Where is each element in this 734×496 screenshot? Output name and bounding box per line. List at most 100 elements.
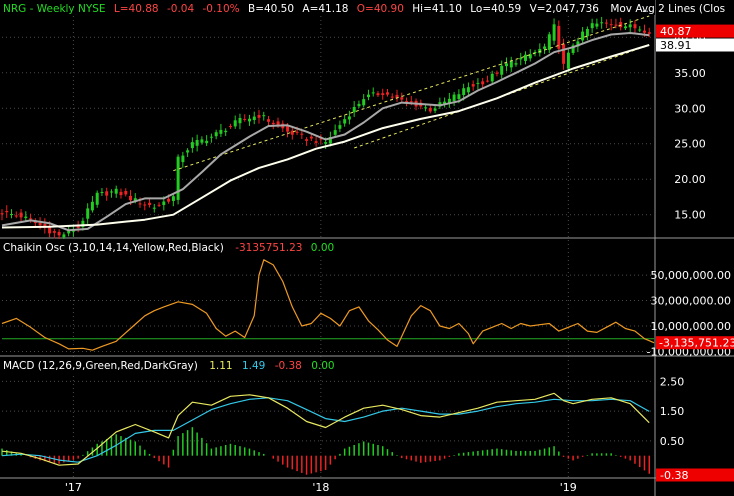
candle-body [86, 208, 90, 219]
candle-body [547, 34, 551, 50]
macd-zero: 0.00 [311, 360, 334, 372]
candle-body [257, 115, 261, 118]
candle-body [381, 93, 385, 95]
chaikin-value: -3135751.23 [235, 242, 302, 254]
candle-body [338, 125, 342, 129]
candle-body [628, 24, 632, 28]
price-tick-label: 15.00 [674, 209, 706, 222]
candle-body [19, 212, 23, 218]
candle-body [157, 204, 161, 206]
candle-body [562, 44, 566, 64]
macd-header: MACD (12,26,9,Green,Red,DarkGray) 1.11 1… [0, 357, 335, 373]
candle-body [614, 24, 618, 26]
candle-body [24, 216, 28, 218]
candle-body [462, 88, 466, 95]
candle-body [129, 195, 132, 201]
candle-body [324, 142, 328, 144]
candle-body [243, 118, 247, 120]
candle-body [214, 132, 218, 137]
candle-body [305, 139, 309, 141]
price-tick-label: 35.00 [674, 67, 706, 80]
high-price: Hi=41.10 [412, 3, 462, 15]
candle-body [409, 101, 413, 103]
candle-body [124, 191, 128, 195]
candle-body [476, 82, 480, 84]
candle-body [57, 231, 61, 236]
candle-body [543, 46, 547, 49]
price-change: -0.04 [167, 3, 194, 15]
candle-body [119, 191, 123, 196]
candle-body [14, 215, 18, 217]
candle-body [76, 226, 80, 228]
candle-body [638, 29, 642, 31]
macd-tick-label: 2.50 [660, 375, 685, 388]
candle-body [229, 126, 232, 128]
overlay-label: Mov Avg 2 Lines (Clos [610, 3, 725, 15]
candle-body [248, 118, 251, 122]
candle-body [90, 201, 94, 211]
candle-body [238, 118, 242, 124]
candle-body [509, 61, 513, 68]
price-change-pct: -0.10% [202, 3, 239, 15]
candle-body [452, 94, 456, 102]
candle-body [524, 54, 527, 61]
chaikin-tick-label: 50,000,000.00 [651, 269, 731, 282]
candle-body [152, 207, 156, 209]
price-tick-label: 25.00 [674, 138, 706, 151]
candle-body [357, 103, 361, 107]
candle-body [271, 122, 275, 125]
candle-body [200, 139, 204, 143]
candle-body [205, 140, 209, 144]
candle-body [29, 218, 33, 220]
candle-body [333, 130, 337, 135]
chaikin-tick-label: 10,000,000.00 [651, 320, 731, 333]
candle-body [62, 234, 66, 238]
candle-body [352, 107, 356, 113]
candle-body [585, 29, 589, 37]
chaikin-tick-label: 30,000,000.00 [651, 295, 731, 308]
sma-badge: 38.91 [656, 38, 734, 52]
candle-body [457, 94, 461, 99]
candle-body [295, 131, 299, 133]
candle-body [609, 24, 613, 26]
candle-body [167, 198, 171, 202]
candle-body [486, 80, 489, 82]
price-badge: 40.87 [656, 24, 734, 38]
candle-body [148, 202, 152, 205]
macd-tick-label: 1.50 [660, 405, 685, 418]
candle-body [309, 136, 313, 139]
candle-body [514, 63, 518, 65]
candle-body [590, 23, 594, 29]
time-tick-label: '18 [312, 481, 329, 494]
ask-price: A=41.18 [302, 3, 348, 15]
bid-price: B=40.50 [248, 3, 294, 15]
candle-body [400, 97, 404, 100]
price-header: NRG - Weekly NYSE L=40.88 -0.04 -0.10% B… [0, 0, 725, 15]
candle-body [600, 22, 604, 24]
candle-body [209, 136, 213, 138]
candle-body [5, 211, 9, 213]
candle-body [105, 191, 109, 196]
candle-body [604, 22, 608, 24]
candle-body [595, 23, 599, 27]
candle-body [252, 116, 256, 120]
chaikin-header: Chaikin Osc (3,10,14,14,Yellow,Red,Black… [0, 239, 334, 255]
candle-body [233, 120, 237, 127]
candle-body [171, 196, 175, 201]
open-price: O=40.90 [357, 3, 404, 15]
candle-body [100, 192, 104, 193]
low-price: Lo=40.59 [470, 3, 521, 15]
candle-body [424, 107, 428, 109]
candle-body [647, 32, 651, 34]
chaikin-badge-text: -3,135,751.23 [659, 337, 734, 350]
candle-body [38, 223, 42, 226]
candle-body [633, 24, 637, 29]
more-ellipsis: ... [642, 3, 652, 15]
price-tick-label: 20.00 [674, 173, 706, 186]
candle-body [519, 57, 523, 60]
signal-value: 1.49 [242, 360, 265, 372]
sma-badge-text: 38.91 [660, 39, 692, 52]
candle-body [552, 24, 556, 41]
volume: V=2,047,736 [530, 3, 600, 15]
candle-body [619, 22, 623, 28]
